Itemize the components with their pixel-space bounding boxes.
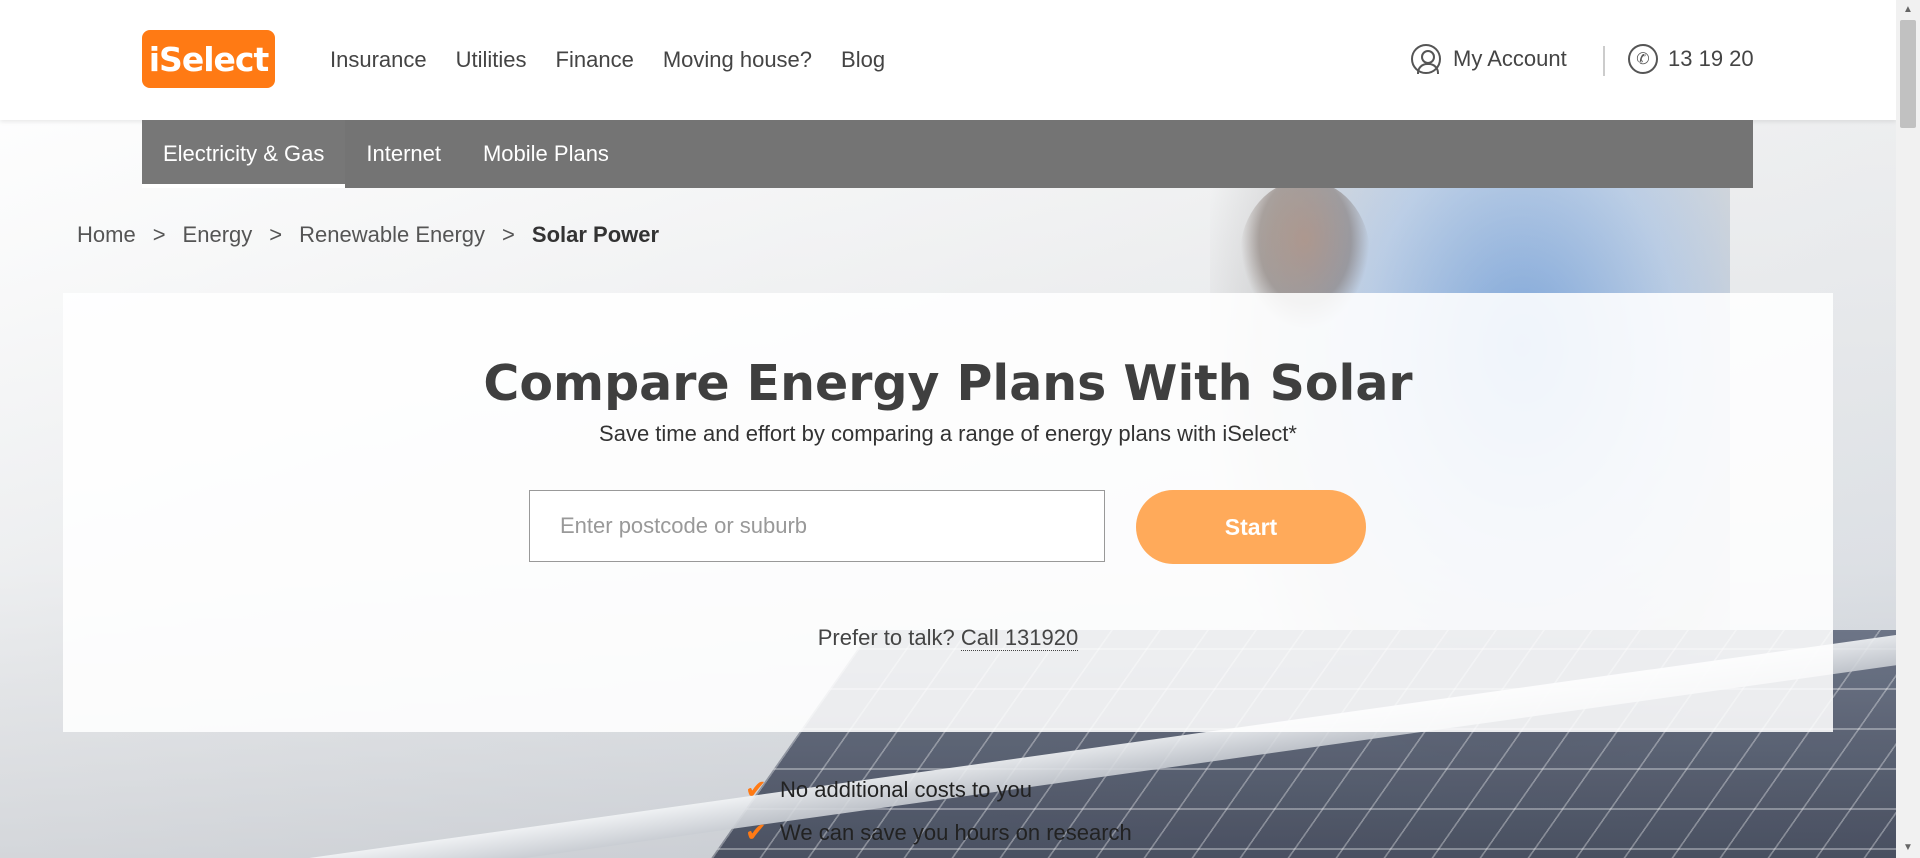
compare-panel: Compare Energy Plans With Solar Save tim… bbox=[63, 293, 1833, 732]
subnav-electricity-gas[interactable]: Electricity & Gas bbox=[142, 120, 346, 188]
chevron-right-icon: > bbox=[269, 222, 283, 247]
main-nav: Insurance Utilities Finance Moving house… bbox=[330, 47, 885, 73]
prefer-to-talk: Prefer to talk? Call 131920 bbox=[63, 625, 1833, 651]
my-account-link[interactable]: My Account bbox=[1411, 44, 1567, 74]
scroll-down-icon[interactable]: ▼ bbox=[1896, 838, 1920, 858]
phone-link[interactable]: ✆ 13 19 20 bbox=[1628, 44, 1754, 74]
phone-icon: ✆ bbox=[1628, 44, 1658, 74]
start-button[interactable]: Start bbox=[1136, 490, 1366, 564]
user-circle-icon bbox=[1411, 44, 1441, 74]
benefits-list: ✔ No additional costs to you ✔ We can sa… bbox=[745, 774, 1132, 858]
subnav-internet[interactable]: Internet bbox=[345, 120, 462, 188]
benefit-text: No additional costs to you bbox=[780, 776, 1032, 802]
page-subtitle: Save time and effort by comparing a rang… bbox=[599, 421, 1297, 446]
iselect-logo[interactable]: iSelect bbox=[142, 30, 275, 88]
list-item: ✔ We can save you hours on research bbox=[745, 817, 1132, 848]
phone-number: 13 19 20 bbox=[1668, 46, 1754, 71]
check-icon: ✔ bbox=[745, 817, 767, 847]
chevron-right-icon: > bbox=[502, 222, 515, 247]
subnav-mobile-plans[interactable]: Mobile Plans bbox=[462, 120, 630, 188]
scroll-thumb[interactable] bbox=[1900, 20, 1916, 128]
nav-finance[interactable]: Finance bbox=[556, 47, 634, 73]
nav-insurance[interactable]: Insurance bbox=[330, 47, 427, 73]
scroll-up-icon[interactable]: ▲ bbox=[1896, 0, 1920, 20]
my-account-label: My Account bbox=[1453, 46, 1567, 71]
header-divider bbox=[1603, 46, 1605, 76]
nav-utilities[interactable]: Utilities bbox=[456, 47, 527, 73]
postcode-input[interactable] bbox=[529, 490, 1105, 562]
call-link[interactable]: Call 131920 bbox=[960, 625, 1079, 651]
breadcrumb-renewable-energy[interactable]: Renewable Energy bbox=[299, 222, 485, 248]
page-scrollbar[interactable]: ▲ ▼ bbox=[1896, 0, 1920, 858]
list-item: ✔ No additional costs to you bbox=[745, 774, 1132, 805]
talk-prefix: Prefer to talk? bbox=[817, 625, 955, 650]
breadcrumb-energy[interactable]: Energy bbox=[183, 222, 253, 248]
breadcrumb-current: Solar Power bbox=[531, 222, 660, 247]
chevron-right-icon: > bbox=[152, 222, 166, 247]
benefit-text: We can save you hours on research bbox=[780, 819, 1132, 845]
breadcrumb-home[interactable]: Home bbox=[77, 222, 136, 248]
nav-blog[interactable]: Blog bbox=[841, 47, 885, 73]
site-header: iSelect Insurance Utilities Finance Movi… bbox=[0, 0, 1896, 120]
sub-nav: Electricity & Gas Internet Mobile Plans bbox=[142, 120, 1753, 188]
breadcrumb: Home > Energy > Renewable Energy > Solar… bbox=[77, 222, 659, 248]
page-title: Compare Energy Plans With Solar bbox=[483, 355, 1413, 412]
nav-moving-house[interactable]: Moving house? bbox=[663, 47, 812, 73]
check-icon: ✔ bbox=[745, 774, 767, 804]
